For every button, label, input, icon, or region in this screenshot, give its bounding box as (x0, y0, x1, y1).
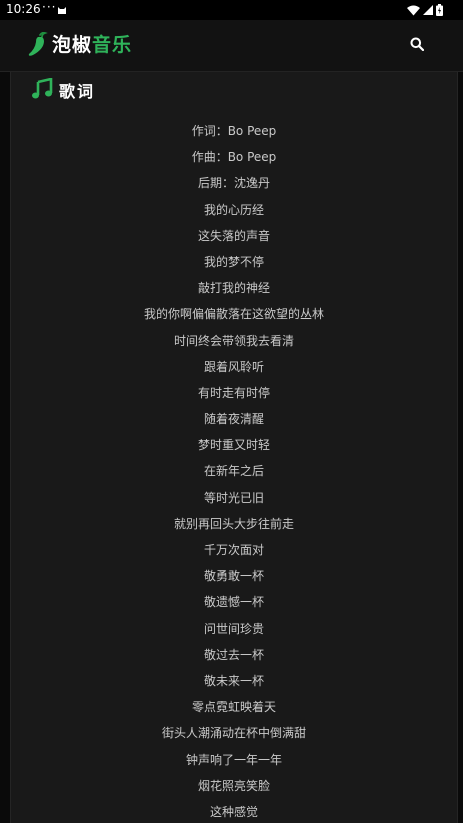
lyric-line: 零点霓虹映着天 (191, 700, 276, 715)
lyrics-list: 作词：Bo Peep 作曲：Bo Peep 后期：沈逸丹 我的心历经这失落的声音 我的梦… (11, 118, 457, 823)
chili-pepper-icon (26, 31, 48, 62)
lyric-line: 这种感觉 (209, 804, 258, 819)
lyric-line: 时间终会带领我去看清 (173, 333, 294, 348)
lyric-line: 烟花照亮笑脸 (197, 778, 270, 793)
lyric-line: 我的心历经 (203, 202, 264, 217)
notification-dots: ··· (42, 0, 57, 14)
lyric-line: 在新年之后 (203, 464, 264, 479)
search-icon[interactable] (410, 36, 428, 54)
lyric-line: 我的你啊偏偏散落在这欲望的丛林 (143, 307, 324, 322)
lyric-line: 这失落的声音 (197, 228, 270, 243)
lyric-line: 千万次面对 (203, 543, 264, 557)
status-bar: 10:26 ··· (0, 0, 463, 20)
lyric-line: 等时光已旧 (203, 490, 264, 505)
lyric-line: 敲打我的神经 (197, 281, 270, 296)
lyric-line: 敬过去一杯 (203, 647, 264, 662)
lyric-line: 作曲：Bo Peep (191, 150, 277, 165)
music-note-icon (31, 77, 53, 104)
lyric-line: 跟着风聆听 (203, 359, 264, 374)
lyric-line: 随着夜清醒 (203, 412, 264, 427)
lyric-line: 我的梦不停 (203, 254, 264, 269)
wifi-icon (407, 5, 420, 15)
lyric-line: 作词：Bo Peep (191, 124, 277, 138)
logo-text-part1: 泡椒 (52, 34, 93, 56)
section-title: 歌词 (59, 82, 96, 101)
lyric-line: 就别再回头大步往前走 (173, 516, 294, 531)
logo-text-part2: 音乐 (92, 34, 133, 56)
lyric-line: 敬勇敢一杯 (203, 569, 264, 584)
status-time: 10:26 (6, 2, 41, 16)
app-bar: 泡椒音乐 (0, 20, 463, 72)
lyric-line: 有时走有时停 (197, 385, 270, 400)
lyrics-page: 10:26 ··· 泡椒音乐 歌词 作词：Bo Peep 作曲：Bo Peep … (0, 0, 463, 823)
app-logo[interactable]: 泡椒音乐 (52, 30, 132, 57)
lyric-line: 后期：沈逸丹 (197, 176, 270, 191)
status-icons (407, 4, 443, 16)
lyric-line: 敬遗憾一杯 (203, 595, 264, 610)
lyric-line: 钟声响了一年一年 (185, 752, 282, 767)
lyric-line: 梦时重又时轻 (197, 438, 270, 453)
lyric-line: 问世间珍贵 (203, 621, 264, 636)
lyric-line: 街头人潮涌动在杯中倒满甜 (161, 726, 306, 741)
battery-icon (436, 4, 443, 16)
lyric-line: 敬未来一杯 (203, 673, 264, 688)
cat-notification-icon (57, 4, 67, 18)
signal-icon (423, 5, 433, 15)
lyrics-card: 歌词 作词：Bo Peep 作曲：Bo Peep 后期：沈逸丹 我的心历经这失落的声音… (10, 72, 458, 823)
